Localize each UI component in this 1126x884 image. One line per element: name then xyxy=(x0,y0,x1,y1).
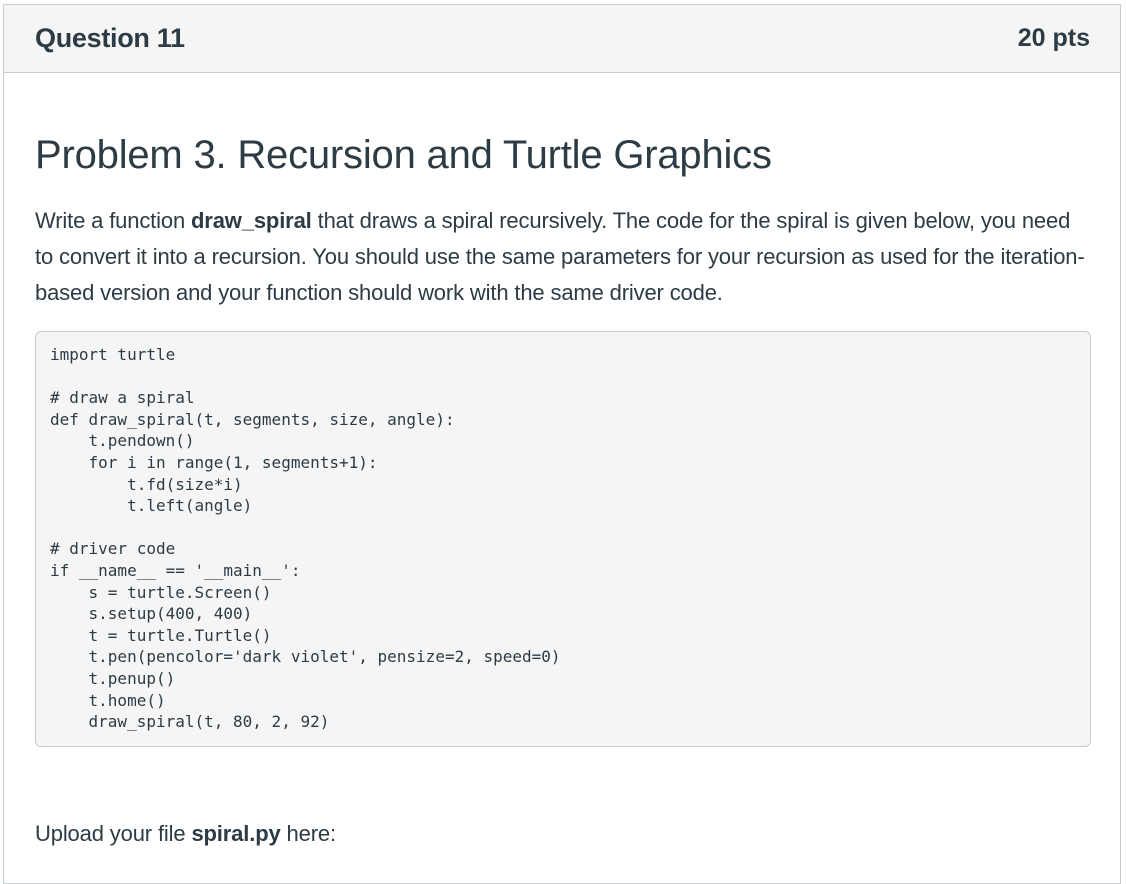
question-title: Question 11 xyxy=(35,23,185,53)
question-card: Question 11 20 pts Problem 3. Recursion … xyxy=(3,4,1121,884)
code-block: import turtle # draw a spiral def draw_s… xyxy=(35,331,1091,747)
question-header: Question 11 20 pts xyxy=(4,5,1120,73)
function-name: draw_spiral xyxy=(191,208,312,233)
question-body: Problem 3. Recursion and Turtle Graphics… xyxy=(4,131,1120,847)
upload-prefix: Upload your file xyxy=(35,821,192,846)
upload-filename: spiral.py xyxy=(191,821,281,846)
problem-heading: Problem 3. Recursion and Turtle Graphics xyxy=(35,133,772,177)
upload-suffix: here: xyxy=(280,821,337,846)
description-text: Write a function xyxy=(35,208,192,233)
upload-instruction: Upload your file spiral.py here: xyxy=(35,821,1090,847)
code-text: import turtle # draw a spiral def draw_s… xyxy=(50,345,561,732)
problem-description: Write a function draw_spiral that draws … xyxy=(35,203,1090,311)
question-points: 20 pts xyxy=(1017,24,1090,52)
